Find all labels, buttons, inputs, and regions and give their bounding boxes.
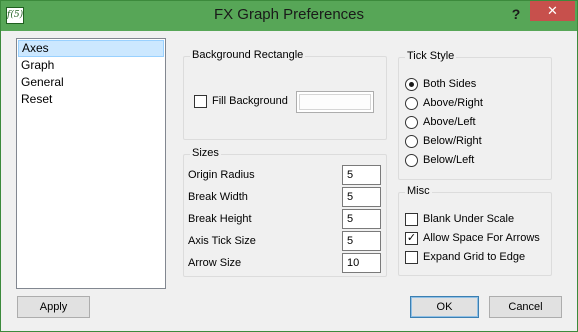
background-color-picker[interactable] <box>296 91 374 113</box>
axis-tick-size-input[interactable]: 5 <box>342 231 381 251</box>
origin-radius-label: Origin Radius <box>188 169 255 181</box>
nav-item-axes[interactable]: Axes <box>18 40 164 57</box>
fill-background-label: Fill Background <box>212 95 288 107</box>
tick-below-right-radio[interactable] <box>405 135 418 148</box>
help-button[interactable]: ? <box>506 5 526 23</box>
nav-item-reset[interactable]: Reset <box>17 91 165 108</box>
arrow-size-input[interactable]: 10 <box>342 253 381 273</box>
blank-under-scale-label: Blank Under Scale <box>423 213 515 225</box>
allow-space-for-arrows-label: Allow Space For Arrows <box>423 232 540 244</box>
origin-radius-input[interactable]: 5 <box>342 165 381 185</box>
apply-button[interactable]: Apply <box>17 296 90 318</box>
break-width-input[interactable]: 5 <box>342 187 381 207</box>
break-width-label: Break Width <box>188 191 248 203</box>
tick-above-left-label: Above/Left <box>423 116 476 128</box>
arrow-size-label: Arrow Size <box>188 257 242 269</box>
nav-item-general[interactable]: General <box>17 74 165 91</box>
sizes-title: Sizes <box>190 147 221 159</box>
break-height-label: Break Height <box>188 213 252 225</box>
close-button[interactable]: ✕ <box>530 1 575 21</box>
cancel-button[interactable]: Cancel <box>489 296 562 318</box>
fill-background-checkbox[interactable] <box>194 95 207 108</box>
tick-both-sides-radio[interactable] <box>405 78 418 91</box>
break-height-input[interactable]: 5 <box>342 209 381 229</box>
title-bar[interactable]: f(5) FX Graph Preferences ? ✕ <box>1 1 577 31</box>
window-title: FX Graph Preferences <box>213 6 365 23</box>
tick-above-right-radio[interactable] <box>405 97 418 110</box>
axis-tick-size-label: Axis Tick Size <box>188 235 256 247</box>
tick-below-left-radio[interactable] <box>405 154 418 167</box>
expand-grid-to-edge-checkbox[interactable] <box>405 251 418 264</box>
tick-above-right-label: Above/Right <box>423 97 483 109</box>
tick-above-left-radio[interactable] <box>405 116 418 129</box>
background-rectangle-title: Background Rectangle <box>190 49 306 61</box>
misc-title: Misc <box>405 185 432 197</box>
tick-below-right-label: Below/Right <box>423 135 482 147</box>
expand-grid-to-edge-label: Expand Grid to Edge <box>423 251 526 263</box>
ok-button[interactable]: OK <box>410 296 479 318</box>
allow-space-for-arrows-checkbox[interactable]: ✓ <box>405 232 418 245</box>
tick-both-sides-label: Both Sides <box>423 78 477 90</box>
tick-below-left-label: Below/Left <box>423 154 475 166</box>
nav-item-graph[interactable]: Graph <box>17 57 165 74</box>
preferences-dialog: f(5) FX Graph Preferences ? ✕ Axes Graph… <box>0 0 578 332</box>
blank-under-scale-checkbox[interactable] <box>405 213 418 226</box>
tick-style-title: Tick Style <box>405 50 457 62</box>
category-list[interactable]: Axes Graph General Reset <box>16 38 166 289</box>
